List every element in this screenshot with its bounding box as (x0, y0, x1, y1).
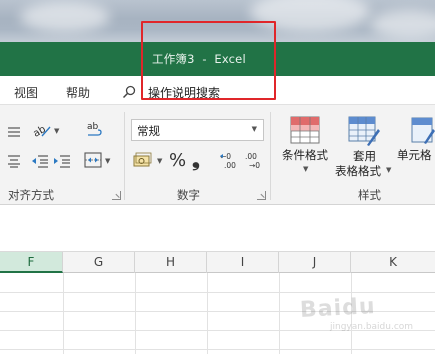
watermark-url: jingyan.baidu.com (330, 322, 414, 332)
conditional-formatting-dropdown-icon[interactable]: ▼ (303, 165, 308, 173)
column-gridline (63, 273, 64, 354)
conditional-formatting-button[interactable]: 条件格式 (282, 147, 328, 163)
column-gridline (135, 273, 136, 354)
column-header-j[interactable]: J (279, 252, 351, 273)
watermark-logo: Baidu (299, 294, 377, 323)
increase-indent-icon[interactable] (53, 154, 71, 168)
column-gridline (279, 273, 280, 354)
cell-styles-icon[interactable] (410, 115, 435, 147)
svg-text:→0: →0 (249, 161, 260, 170)
cell-styles-button[interactable]: 单元格 (397, 147, 432, 163)
orientation-icon[interactable]: ab (32, 121, 52, 139)
group-separator (270, 112, 271, 200)
format-as-table-line1[interactable]: 套用 (353, 148, 376, 164)
format-as-table-icon[interactable] (347, 115, 381, 147)
column-header-f[interactable]: F (0, 252, 63, 273)
format-as-table-dropdown-icon[interactable]: ▼ (386, 166, 391, 174)
alignment-dialog-launcher-icon[interactable] (112, 191, 121, 200)
accounting-dropdown-icon[interactable]: ▼ (157, 157, 162, 165)
tab-view[interactable]: 视图 (14, 84, 38, 101)
align-center-icon[interactable] (6, 154, 22, 168)
chevron-down-icon: ▼ (251, 125, 257, 133)
column-gridline (207, 273, 208, 354)
svg-text:ab: ab (87, 122, 99, 132)
align-top-lines-icon[interactable] (6, 125, 22, 139)
merge-dropdown-icon[interactable]: ▼ (105, 157, 110, 165)
column-header-i[interactable]: I (207, 252, 279, 273)
wrap-text-icon[interactable]: ab (86, 120, 104, 140)
number-format-dropdown[interactable]: 常规 ▼ (131, 119, 264, 141)
column-header-h[interactable]: H (135, 252, 207, 273)
svg-text:.00: .00 (224, 161, 236, 170)
highlight-annotation-box (141, 21, 276, 100)
svg-text:.00: .00 (245, 152, 257, 161)
tab-help[interactable]: 帮助 (66, 84, 90, 101)
column-header-k[interactable]: K (351, 252, 435, 273)
search-icon[interactable] (122, 85, 136, 99)
formula-bar-area (0, 205, 435, 252)
comma-style-button[interactable]: ❟ (192, 147, 200, 171)
group-separator (124, 112, 125, 200)
row-gridline (0, 292, 435, 293)
conditional-formatting-icon[interactable] (289, 115, 321, 145)
alignment-group-label: 对齐方式 (8, 188, 54, 202)
merge-center-icon[interactable] (84, 152, 102, 168)
number-dialog-launcher-icon[interactable] (257, 191, 266, 200)
decrease-indent-icon[interactable] (31, 154, 49, 168)
increase-decimal-icon[interactable]: ←0 .00 (219, 151, 241, 171)
format-as-table-button[interactable]: 表格格式 (335, 163, 381, 179)
orientation-dropdown-icon[interactable]: ▼ (54, 127, 59, 135)
accounting-format-icon[interactable] (133, 152, 153, 170)
row-gridline (0, 349, 435, 350)
percent-style-button[interactable]: % (169, 150, 186, 171)
number-group-label: 数字 (177, 188, 200, 202)
decrease-decimal-icon[interactable]: .00 →0 (244, 151, 266, 171)
styles-group-label: 样式 (358, 188, 381, 202)
number-format-value: 常规 (137, 124, 160, 138)
column-header-g[interactable]: G (63, 252, 135, 273)
